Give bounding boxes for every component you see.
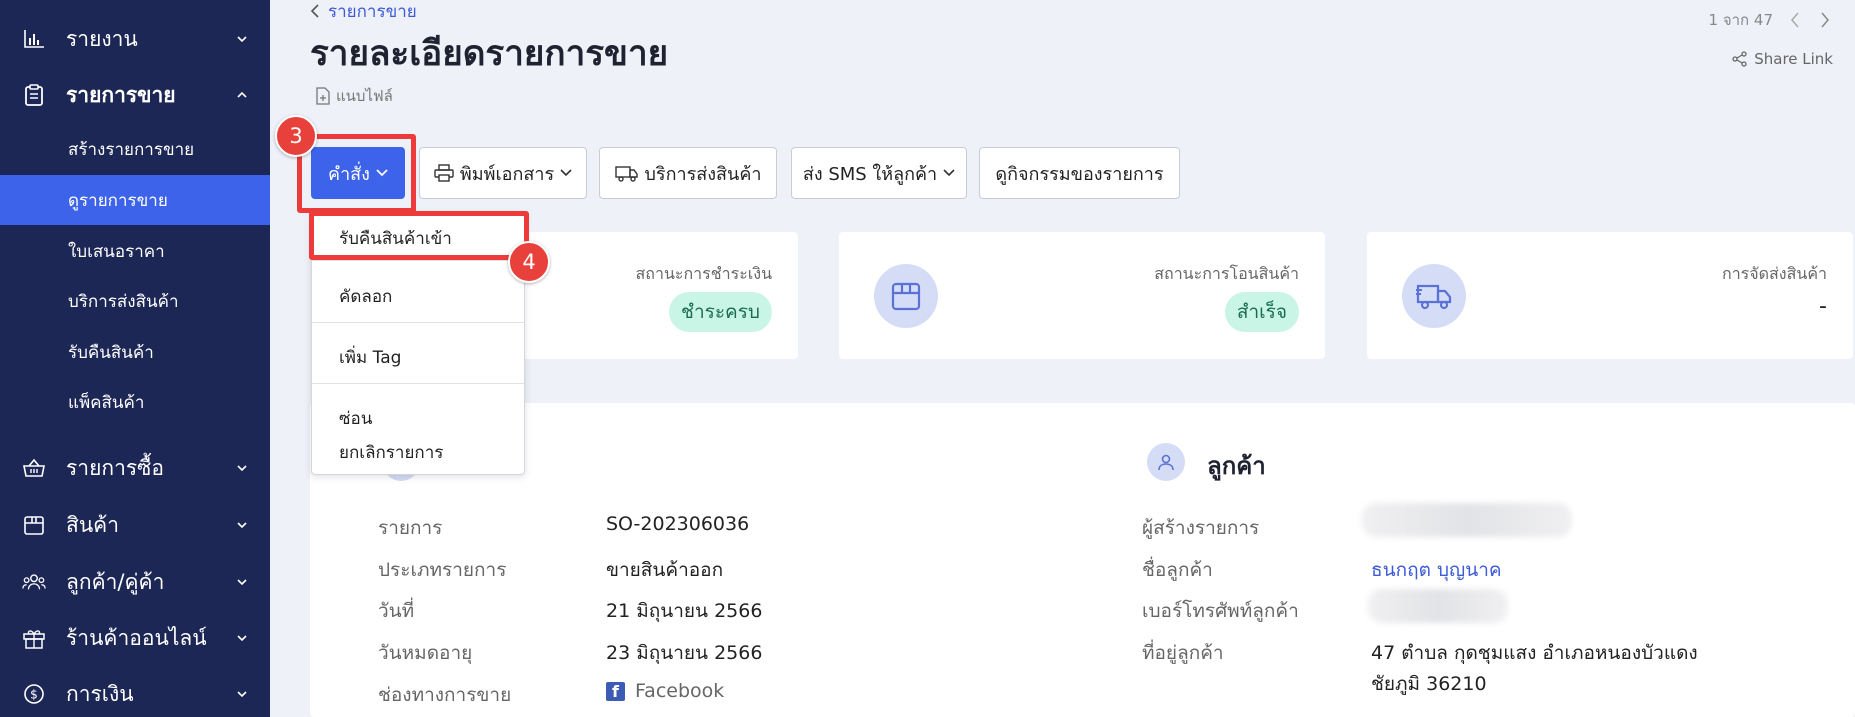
menu-item-hide[interactable]: ซ่อน: [339, 405, 372, 432]
sales-channel: f Facebook: [606, 680, 724, 702]
menu-item-add-tag[interactable]: เพิ่ม Tag: [339, 344, 401, 371]
chevron-down-icon: [237, 465, 247, 472]
delivery-status-value: -: [1819, 294, 1827, 319]
chevron-down-icon: [560, 169, 572, 177]
transfer-status-badge: สำเร็จ: [1224, 292, 1299, 332]
svg-text:$: $: [30, 688, 38, 702]
chevron-up-icon: [237, 91, 247, 98]
user-icon: [1147, 443, 1185, 481]
chevron-down-icon: [237, 579, 247, 586]
coin-icon: $: [22, 682, 46, 706]
highlight-command-button: [297, 134, 416, 213]
clipboard-icon: [22, 83, 46, 107]
basket-icon: [22, 456, 46, 480]
pager: 1 จาก 47: [1709, 8, 1833, 32]
chevron-left-icon: [310, 4, 319, 18]
order-date: 21 มิถุนายน 2566: [606, 600, 763, 622]
customer-address-line2: ชัยภูมิ 36210: [1371, 673, 1487, 695]
sidebar-item-purchases[interactable]: รายการซื้อ: [0, 443, 270, 493]
sidebar-item-sales[interactable]: รายการขาย: [0, 70, 270, 120]
chevron-right-icon: [1821, 12, 1829, 28]
sidebar-item-finance[interactable]: $ การเงิน: [0, 669, 270, 717]
payment-status-card: สถานะการชำระเงิน ชำระครบ: [514, 232, 798, 359]
breadcrumb[interactable]: รายการขาย: [310, 0, 417, 22]
sidebar-subitem-create-sale[interactable]: สร้างรายการขาย: [0, 124, 270, 174]
chevron-down-icon: [237, 36, 247, 43]
customer-address-line1: 47 ตำบล กุดชุมแสง อำเภอหนองบัวแดง: [1371, 642, 1698, 664]
shipping-service-button[interactable]: บริการส่งสินค้า: [599, 147, 777, 199]
pager-text: 1 จาก 47: [1708, 11, 1773, 29]
box-icon: [22, 513, 46, 537]
details-card: รายการ SO-202306036 ประเภทรายการ ขายสินค…: [310, 403, 1855, 717]
step-badge-3: 3: [275, 115, 317, 157]
file-icon: [316, 87, 330, 105]
sidebar-subitem-packing[interactable]: แพ็คสินค้า: [0, 377, 270, 427]
facebook-icon: f: [606, 681, 625, 701]
truck-icon: [614, 166, 638, 182]
highlight-return-goods-item: [309, 211, 529, 260]
transfer-status-card: สถานะการโอนสินค้า สำเร็จ: [839, 232, 1325, 359]
chevron-down-icon: [237, 522, 247, 529]
customer-name-link[interactable]: ธนกฤต บุญนาค: [1371, 555, 1502, 585]
chevron-left-icon: [1791, 12, 1799, 28]
attach-file[interactable]: แนบไฟล์: [316, 84, 393, 108]
send-sms-button[interactable]: ส่ง SMS ให้ลูกค้า: [791, 147, 967, 199]
menu-divider: [312, 383, 524, 384]
menu-divider: [312, 260, 524, 261]
chevron-down-icon: [943, 169, 955, 177]
next-page-button[interactable]: [1817, 11, 1833, 29]
chevron-down-icon: [237, 691, 247, 698]
print-document-button[interactable]: พิมพ์เอกสาร: [419, 147, 587, 199]
order-number: SO-202306036: [606, 513, 750, 535]
sidebar-subitem-view-sales[interactable]: ดูรายการขาย: [0, 175, 270, 225]
step-badge-4: 4: [508, 241, 550, 283]
delivery-status-card: การจัดส่งสินค้า -: [1367, 232, 1853, 359]
payment-status-badge: ชำระครบ: [669, 292, 772, 332]
order-type: ขายสินค้าออก: [606, 559, 724, 581]
printer-icon: [434, 164, 454, 182]
menu-divider: [312, 322, 524, 323]
prev-page-button[interactable]: [1787, 11, 1803, 29]
phone-redacted: [1368, 589, 1508, 623]
breadcrumb-link[interactable]: รายการขาย: [328, 0, 417, 25]
truck-icon: [1402, 264, 1466, 328]
view-activity-button[interactable]: ดูกิจกรรมของรายการ: [979, 147, 1180, 199]
expiry-date: 23 มิถุนายน 2566: [606, 642, 763, 664]
sidebar: รายงาน รายการขาย สร้างรายการขาย ดูรายการ…: [0, 0, 270, 717]
sidebar-subitem-returns[interactable]: รับคืนสินค้า: [0, 327, 270, 377]
bar-chart-icon: [22, 27, 46, 51]
customer-section-title: ลูกค้า: [1207, 452, 1266, 480]
share-icon: [1732, 51, 1747, 67]
gift-icon: [22, 626, 46, 650]
sidebar-item-online-store[interactable]: ร้านค้าออนไลน์: [0, 613, 270, 663]
creator-redacted: [1362, 503, 1572, 537]
sidebar-subitem-shipping[interactable]: บริการส่งสินค้า: [0, 276, 270, 326]
box-icon: [874, 264, 938, 328]
sidebar-item-report[interactable]: รายงาน: [0, 14, 270, 64]
menu-item-copy[interactable]: คัดลอก: [339, 283, 392, 310]
users-icon: [22, 570, 46, 594]
menu-item-cancel-order[interactable]: ยกเลิกรายการ: [339, 439, 443, 466]
chevron-down-icon: [237, 635, 247, 642]
share-link-button[interactable]: Share Link: [1732, 50, 1833, 68]
page-title: รายละเอียดรายการขาย: [310, 34, 669, 74]
sidebar-item-customers[interactable]: ลูกค้า/คู่ค้า: [0, 557, 270, 607]
sidebar-item-products[interactable]: สินค้า: [0, 500, 270, 550]
sidebar-subitem-quotation[interactable]: ใบเสนอราคา: [0, 226, 270, 276]
